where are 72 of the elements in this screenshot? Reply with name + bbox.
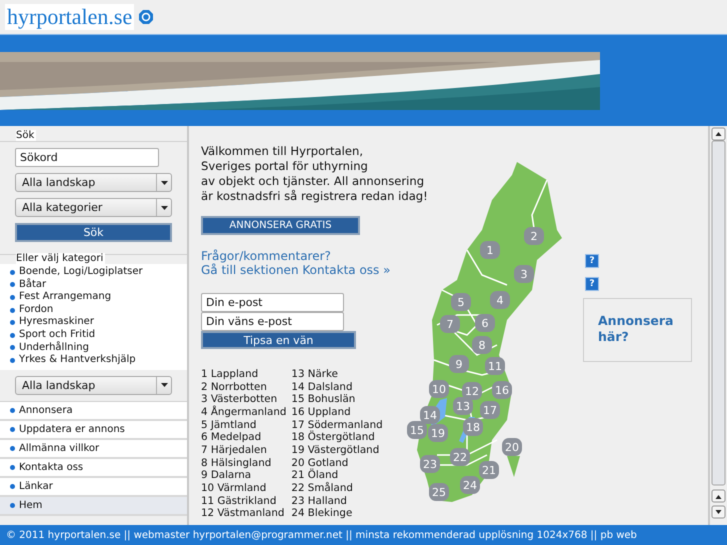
region-name: 8 Hälsingland: [201, 456, 272, 470]
region-name: 14 Dalsland: [291, 380, 354, 394]
section-label: Sök: [16, 130, 36, 141]
help-icon[interactable]: ?: [585, 254, 599, 268]
category-link[interactable]: Hyresmaskiner: [10, 316, 187, 329]
map-marker[interactable]: 21: [479, 461, 499, 479]
region-name: 15 Bohuslän: [291, 393, 356, 406]
category-select[interactable]: Alla kategorier: [15, 198, 172, 217]
region-name: 12 Västmanland: [201, 507, 286, 520]
map-marker[interactable]: 24: [460, 476, 480, 494]
map-marker[interactable]: 25: [429, 483, 449, 501]
search-field[interactable]: Sökord: [15, 148, 159, 167]
category-link[interactable]: Yrkes & Hantverkshjälp: [10, 354, 187, 367]
nav-link[interactable]: Länkar: [0, 478, 187, 497]
region-name: 10 Värmland: [201, 482, 268, 495]
help-icon[interactable]: ?: [585, 277, 599, 291]
ad-box[interactable]: Annonsera här?: [583, 298, 692, 362]
region-name: 23 Halland: [291, 494, 348, 508]
region-select[interactable]: Alla landskap: [15, 173, 172, 192]
logo[interactable]: hyrportalen.se: [5, 4, 134, 30]
contact-link[interactable]: Gå till sektionen Kontakta oss »: [201, 263, 391, 277]
region-name: 22 Småland: [291, 482, 354, 495]
section-label: Eller välj kategori: [16, 253, 106, 264]
nav-link[interactable]: Uppdatera er annons: [0, 420, 187, 440]
region-name: 2 Norrbotten: [201, 380, 268, 394]
category-link[interactable]: Fordon: [10, 304, 187, 316]
nav-link[interactable]: Hem: [0, 496, 187, 516]
tip-button[interactable]: Tipsa en vän: [201, 331, 356, 349]
map-marker[interactable]: 10: [429, 380, 449, 398]
category-link[interactable]: Underhållning: [10, 342, 187, 354]
search-button[interactable]: Sök: [15, 223, 172, 242]
nav-link[interactable]: Annonsera: [0, 402, 187, 421]
region-name: 4 Ångermanland: [201, 406, 286, 419]
region-name: 5 Jämtland: [201, 418, 258, 432]
caret-icon: [160, 180, 168, 184]
region-name: 18 Östergötland: [291, 431, 376, 444]
category-link[interactable]: Båtar: [10, 278, 187, 292]
region-name: 11 Gästrikland: [201, 494, 278, 508]
region-name: 13 Närke: [291, 368, 339, 381]
island-drawing: [507, 456, 520, 477]
region-name: 7 Härjedalen: [201, 444, 268, 457]
caret-icon: [160, 206, 168, 210]
region-select[interactable]: Alla landskap: [15, 376, 172, 395]
caret-icon: [160, 383, 168, 388]
category-link[interactable]: Sport och Fritid: [10, 328, 187, 342]
contact-link[interactable]: Frågor/kommentarer?: [201, 249, 391, 263]
welcome-text: Välkommen till Hyrportalen, Sveriges portal för uthyrning av objekt och tjänster. All annonsering är kostnadsfri så registrera redan idag!: [201, 144, 429, 204]
map-marker[interactable]: 15: [407, 421, 427, 439]
nav-link[interactable]: Allmänna villkor: [0, 440, 187, 459]
region-name: 9 Dalarna: [201, 469, 252, 482]
region-name: 17 Södermanland: [291, 418, 383, 431]
region-name: 16 Uppland: [291, 406, 352, 419]
advertise-button[interactable]: ANNONSERA GRATIS: [201, 216, 360, 235]
region-name: 20 Gotland: [291, 456, 350, 469]
logo-icon: [138, 9, 154, 25]
region-name: 1 Lappland: [201, 368, 260, 381]
map-marker[interactable]: 16: [492, 381, 512, 399]
map-marker[interactable]: 23: [420, 455, 440, 473]
email-field[interactable]: Din e-post: [201, 293, 344, 312]
region-name: 6 Medelpad: [201, 431, 262, 444]
region-name: 21 Öland: [291, 469, 340, 482]
nav-link[interactable]: Kontakta oss: [0, 458, 187, 478]
map-marker[interactable]: 20: [502, 438, 522, 456]
region-name: 3 Västerbotten: [201, 393, 278, 406]
map-marker[interactable]: 11: [485, 357, 505, 375]
footer-text: © 2011 hyrportalen.se || webmaster hyrportalen@programmer.net || minsta rekommenderad upplösning 1024x768 || pb web: [0, 525, 727, 545]
friend-email-field[interactable]: Din väns e-post: [201, 312, 344, 331]
map-marker[interactable]: 14: [420, 406, 440, 424]
region-name: 24 Blekinge: [291, 507, 354, 520]
category-link[interactable]: Boende, Logi/Logiplatser: [10, 266, 187, 279]
region-name: 19 Västergötland: [291, 444, 380, 457]
category-link[interactable]: Fest Arrangemang: [10, 291, 187, 304]
